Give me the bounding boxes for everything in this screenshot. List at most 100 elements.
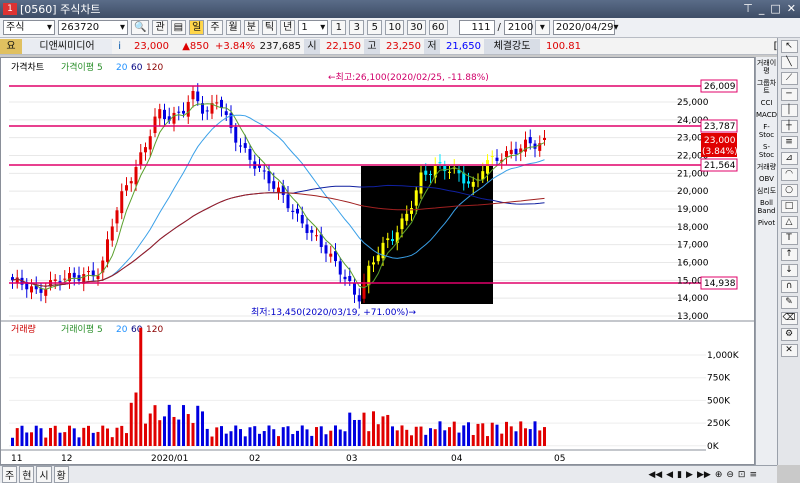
minimize-icon[interactable]: _ (759, 2, 765, 15)
market-select[interactable]: 주식 ▾ (3, 20, 55, 35)
date-select[interactable]: 2020/04/29 ▾ (552, 20, 619, 35)
volume-bar (125, 433, 128, 446)
bottom-tab-hyun[interactable]: 현 (19, 466, 35, 483)
volume-bar (528, 429, 532, 446)
pin-icon[interactable]: ⊤ (743, 2, 753, 15)
cross-tool-icon[interactable]: ┼ (780, 120, 798, 133)
volume-bar (172, 416, 176, 446)
candle-body (424, 170, 428, 175)
volume-bar (452, 421, 456, 446)
volume-bar (305, 429, 309, 446)
chart-area[interactable]: 가격차트 가격이평 5 20 60 120 ←최고:26,100(2020/02… (0, 57, 756, 466)
side-item-vol-ma[interactable]: 거래이평 (756, 57, 777, 77)
volume-bar (30, 432, 33, 446)
chevron-down-icon[interactable]: ▾ (534, 20, 550, 35)
magnet-icon[interactable]: ∩ (780, 280, 798, 293)
candle-body (53, 279, 57, 281)
period-minute-tab[interactable]: 분 (243, 20, 259, 35)
side-item-group[interactable]: 그룹차트 (756, 77, 777, 97)
volume-bar (376, 424, 380, 446)
settings-icon[interactable]: ⚙ (780, 328, 798, 341)
candle-body (215, 102, 219, 104)
code-input[interactable]: 263720 ▾ (58, 20, 128, 35)
channel-tool-icon[interactable]: ≡ (780, 136, 798, 149)
side-item-cci[interactable]: CCI (756, 97, 777, 109)
period-week-tab[interactable]: 주 (207, 20, 223, 35)
trash-icon[interactable]: ✕ (780, 344, 798, 357)
fit-icon[interactable]: ⊡ (738, 470, 746, 480)
num-30-button[interactable]: 30 (407, 20, 426, 35)
total-input[interactable]: 2100 (503, 20, 533, 35)
line-tool-icon[interactable]: ╲ (780, 56, 798, 69)
period-year-tab[interactable]: 년 (280, 20, 296, 35)
text-tool-icon[interactable]: T (780, 232, 798, 245)
num-60-button[interactable]: 60 (428, 20, 448, 35)
stock-name: 디앤씨미디어 (22, 38, 112, 54)
search-icon[interactable]: 🔍 (131, 20, 150, 35)
zoom-out-icon[interactable]: ⊖ (726, 470, 734, 480)
side-item-boll[interactable]: Boll Band (756, 197, 777, 217)
trend-tool-icon[interactable]: ⟋ (780, 72, 798, 85)
volume-bar (533, 421, 537, 446)
pen-icon[interactable]: ✎ (780, 296, 798, 309)
num-3-button[interactable]: 3 (349, 20, 365, 35)
side-item-fstoc[interactable]: F-Stoc (756, 121, 777, 141)
last-icon[interactable]: ▶▶ (697, 470, 711, 480)
eraser-icon[interactable]: ⌫ (780, 312, 798, 325)
side-item-obv[interactable]: OBV (756, 173, 777, 185)
side-item-macd[interactable]: MACD (756, 109, 777, 121)
info-icon[interactable]: i (112, 39, 124, 54)
volume-bar (210, 436, 214, 446)
more-icon[interactable]: ≡ (749, 470, 757, 480)
volume-bar (25, 432, 29, 446)
side-item-psych[interactable]: 심리도 (756, 185, 777, 197)
side-item-sstoc[interactable]: S-Stoc (756, 141, 777, 161)
kwan-button[interactable]: 관 (152, 20, 168, 35)
pause-icon[interactable]: ▮ (677, 470, 682, 480)
fib-tool-icon[interactable]: ⊿ (780, 152, 798, 165)
candle-body (63, 278, 67, 280)
bottom-tab-si[interactable]: 시 (36, 466, 52, 483)
cursor-icon[interactable]: ↖ (780, 40, 798, 53)
toolbar: 주식 ▾ 263720 ▾ 🔍 관 ▤ 일 주 월 분 틱 년 1 ▾ 1 3 5 1… (0, 18, 800, 38)
maximize-icon[interactable]: □ (770, 2, 780, 15)
volume-bar (272, 429, 276, 446)
y-tick-label: 20,000 (677, 187, 709, 197)
arrow-down-icon[interactable]: ↓ (780, 264, 798, 277)
zoom-in-icon[interactable]: ⊕ (715, 470, 723, 480)
period-tick-tab[interactable]: 틱 (261, 20, 278, 35)
vline-tool-icon[interactable]: │ (780, 104, 798, 117)
num-1-button[interactable]: 1 (331, 20, 347, 35)
candle-body (486, 160, 489, 174)
price-chart-svg[interactable]: 가격차트 가격이평 5 20 60 120 ←최고:26,100(2020/02… (1, 58, 756, 466)
next-icon[interactable]: ▶ (686, 470, 693, 480)
triangle-tool-icon[interactable]: △ (780, 216, 798, 229)
volume-bar (419, 426, 423, 446)
volume-bar (429, 428, 432, 446)
first-icon[interactable]: ◀◀ (648, 470, 662, 480)
count-input[interactable]: 111 (458, 20, 495, 35)
prev-icon[interactable]: ◀ (666, 470, 673, 480)
volume-bar (224, 433, 228, 446)
num-5-button[interactable]: 5 (367, 20, 383, 35)
hline-tool-icon[interactable]: ─ (780, 88, 798, 101)
candle-body (248, 148, 252, 160)
bottom-tab-hwang[interactable]: 황 (53, 466, 69, 483)
multiplier-select[interactable]: 1 ▾ (298, 20, 329, 35)
period-day-tab[interactable]: 일 (189, 20, 205, 35)
volume-bar (391, 426, 394, 446)
close-icon[interactable]: ✕ (787, 2, 796, 15)
period-month-tab[interactable]: 월 (225, 20, 241, 35)
arc-tool-icon[interactable]: ◠ (780, 168, 798, 181)
volume-bar (353, 420, 356, 446)
num-10-button[interactable]: 10 (385, 20, 405, 35)
side-item-pivot[interactable]: Pivot (756, 217, 777, 229)
tool-button[interactable]: ▤ (170, 20, 187, 35)
arrow-up-icon[interactable]: ↑ (780, 248, 798, 261)
side-item-volume[interactable]: 거래량 (756, 161, 777, 173)
volume-bar (139, 327, 143, 446)
bottom-tab-ju[interactable]: 주 (2, 466, 18, 483)
circle-tool-icon[interactable]: ○ (780, 184, 798, 197)
volume-bar (186, 414, 190, 446)
rect-tool-icon[interactable]: □ (780, 200, 798, 213)
